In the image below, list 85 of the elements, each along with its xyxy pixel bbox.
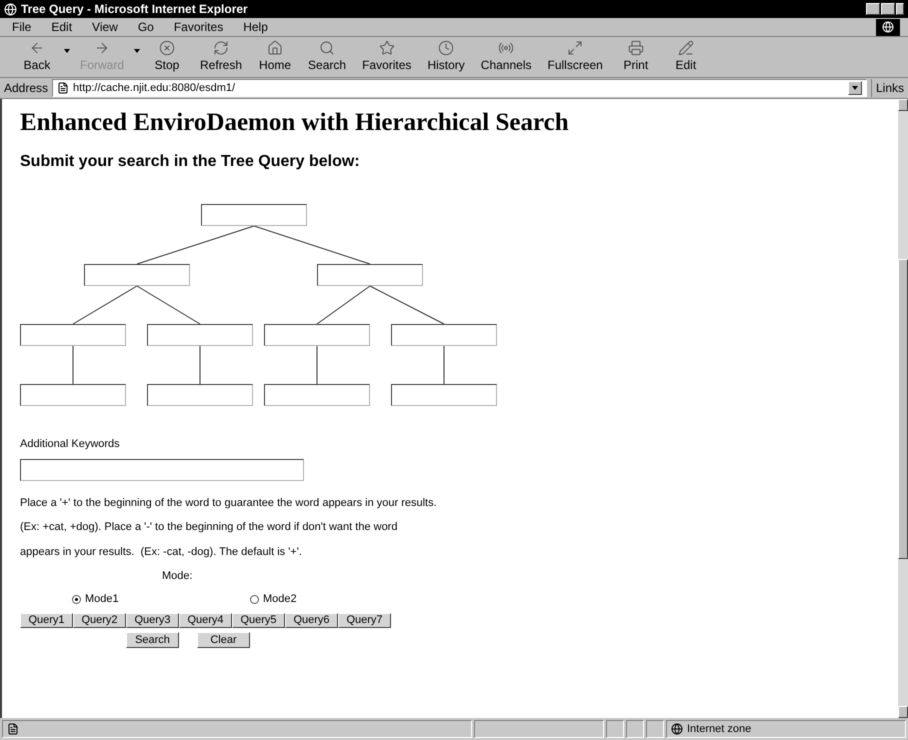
toolbar-button[interactable]: History (419, 40, 473, 74)
menu-item[interactable]: Edit (47, 18, 76, 36)
mode-label: Mode: (162, 569, 194, 584)
status-pane (606, 720, 624, 738)
action-button[interactable]: Clear (197, 632, 250, 648)
tree-node-field[interactable] (147, 324, 253, 346)
query-button[interactable]: Query1 (20, 613, 73, 628)
toolbar-button[interactable]: Search (300, 40, 354, 74)
toolbar-button[interactable]: Fullscreen (539, 40, 611, 74)
tree-node-field[interactable] (391, 324, 497, 346)
menu-item[interactable]: View (88, 18, 122, 36)
toolbar-button[interactable]: Channels (472, 40, 540, 74)
search-icon (319, 40, 336, 56)
mode-radio[interactable]: Mode2 (250, 590, 297, 608)
toolbar-button[interactable]: Home (250, 40, 300, 74)
status-pane (646, 720, 664, 738)
radio-button[interactable] (72, 594, 81, 604)
tree-node-field[interactable] (84, 264, 190, 286)
close-button[interactable] (896, 3, 904, 15)
arrow-right-icon (94, 40, 110, 56)
refresh-icon (213, 40, 230, 56)
toolbar-button[interactable]: Refresh (192, 40, 250, 74)
toolbar-button[interactable]: Back (12, 40, 62, 74)
scrollbar-thumb[interactable] (898, 258, 908, 558)
star-icon (378, 40, 395, 56)
stop-icon (159, 40, 176, 56)
tree-node-field[interactable] (147, 384, 253, 406)
connector-line (136, 286, 200, 325)
query-button[interactable]: Query6 (285, 613, 338, 628)
printer-icon (628, 40, 644, 56)
maximize-button[interactable] (881, 3, 895, 15)
status-pane (626, 720, 644, 738)
address-label: Address (4, 80, 48, 97)
radio-button[interactable] (250, 594, 259, 604)
tree-node-field[interactable] (20, 384, 126, 406)
antenna-icon (498, 40, 514, 56)
dropdown-arrow-icon[interactable] (64, 49, 70, 53)
links-button[interactable]: Links (870, 79, 904, 97)
help-text: Place a '+' to the beginning of the word to guarantee the word appears in your results. (20, 496, 438, 511)
globe-icon (671, 723, 683, 735)
tree-node-field[interactable] (20, 324, 126, 346)
tree-node-field[interactable] (201, 204, 307, 226)
caret-icon (852, 86, 858, 90)
toolbar-button[interactable]: Stop (142, 40, 192, 74)
menu-item[interactable]: Favorites (170, 18, 228, 36)
clock-icon (438, 40, 454, 56)
toolbar-button[interactable]: Edit (660, 40, 711, 74)
connector-line (316, 286, 370, 325)
tree-node-field[interactable] (264, 324, 370, 346)
connector-line (72, 346, 74, 385)
menu-item[interactable]: Go (134, 18, 158, 36)
connector-line (72, 286, 138, 325)
page-icon (7, 723, 19, 735)
keywords-label: Additional Keywords (20, 437, 121, 452)
tree-node-field[interactable] (391, 384, 497, 406)
toolbar-button[interactable]: Favorites (354, 40, 420, 74)
home-icon (267, 40, 284, 56)
query-button[interactable]: Query2 (73, 613, 126, 628)
action-button[interactable]: Search (126, 632, 179, 648)
minimize-button[interactable] (866, 3, 880, 15)
zone-text: Internet zone (687, 722, 752, 737)
window-title: Tree Query - Microsoft Internet Explorer (21, 1, 248, 18)
tree-node-field[interactable] (317, 264, 423, 286)
page-subheading: Submit your search in the Tree Query below: (20, 152, 361, 172)
mode-radio[interactable]: Mode1 (72, 590, 250, 608)
pencil-icon (678, 40, 694, 56)
scroll-down-button[interactable] (898, 706, 908, 718)
query-button[interactable]: Query4 (179, 613, 232, 628)
scrollbar[interactable] (898, 99, 908, 718)
dropdown-button[interactable] (848, 81, 862, 95)
connector-line (316, 346, 318, 385)
menu-item[interactable]: Help (239, 18, 272, 36)
query-button[interactable]: Query5 (232, 613, 285, 628)
address-field[interactable]: http://cache.njit.edu:8080/esdm1/ (52, 79, 867, 97)
query-button[interactable]: Query3 (126, 613, 179, 628)
keywords-field[interactable] (20, 458, 304, 481)
menu-item[interactable]: File (8, 18, 36, 36)
page-heading: Enhanced EnviroDaemon with Hierarchical Search (20, 108, 570, 138)
tree-node-field[interactable] (264, 384, 370, 406)
help-text: (Ex: +cat, +dog). Place a '-' to the beginning of the word if don't want the word (20, 520, 398, 536)
page-icon (57, 82, 70, 94)
toolbar-button[interactable]: Print (610, 40, 661, 74)
help-text: appears in your results. (Ex: -cat, -dog). The default is '+'. (20, 544, 303, 560)
query-button[interactable]: Query7 (338, 613, 391, 628)
scroll-up-button[interactable] (898, 99, 908, 111)
